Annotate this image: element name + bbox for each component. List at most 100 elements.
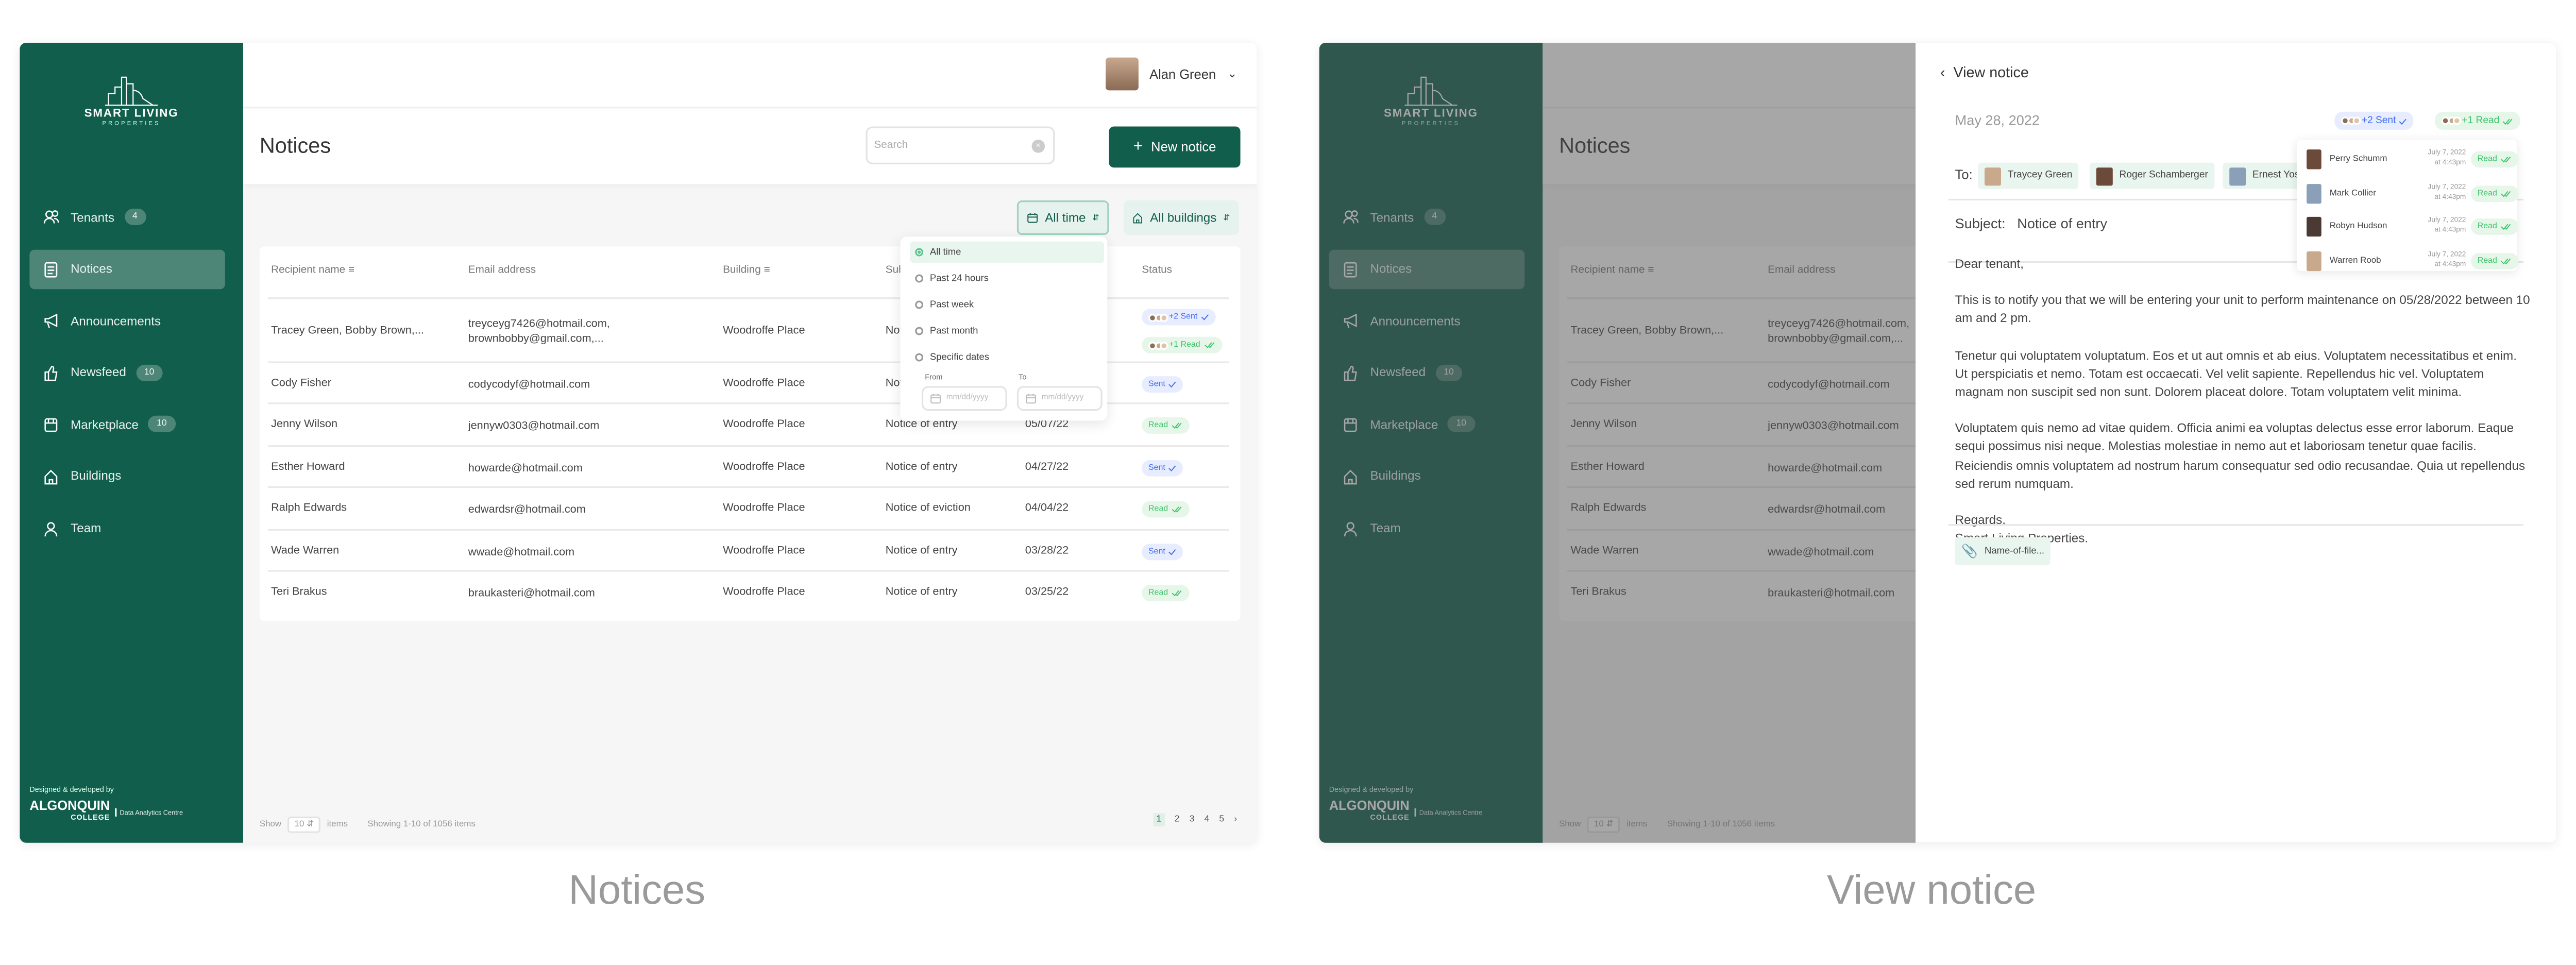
- sort-icon: ≡: [348, 264, 355, 276]
- avatar-stack: [1148, 313, 1168, 321]
- status-badge[interactable]: +1 Read: [1142, 336, 1222, 353]
- page-4[interactable]: 4: [1204, 815, 1209, 825]
- to-date-input[interactable]: mm/dd/yyyy: [1016, 386, 1103, 411]
- subject-value: Notice of entry: [2017, 215, 2108, 232]
- recipient-name: Roger Schamberger: [2119, 171, 2208, 181]
- time-option[interactable]: Past month: [910, 320, 1104, 342]
- sidebar-item-tenants[interactable]: Tenants 4: [29, 197, 225, 237]
- read-receipt-row: Mark Collier July 7, 2022 at 4:43pm Read: [2305, 180, 2519, 206]
- sidebar-item-buildings[interactable]: Buildings: [29, 456, 225, 496]
- user-menu[interactable]: Alan Green ⌄: [1105, 57, 1238, 91]
- sent-badge[interactable]: +2 Sent: [2334, 111, 2414, 130]
- email-address: treyceyg7426@hotmail.com,brownbobby@gmai…: [468, 318, 610, 345]
- status-text: +2 Sent: [2361, 115, 2396, 126]
- chevron-down-icon: ⌄: [1227, 69, 1238, 81]
- table-row[interactable]: Ralph Edwards edwardsr@hotmail.com Woodr…: [267, 486, 1229, 529]
- recipient-name: Cody Fisher: [271, 377, 331, 389]
- back-button[interactable]: ‹ View notice: [1940, 64, 2029, 80]
- sidebar-item-newsfeed[interactable]: Newsfeed 10: [29, 353, 225, 393]
- avatar: [2307, 149, 2321, 170]
- status-text: Read: [1148, 588, 1168, 598]
- radio-button[interactable]: [915, 274, 924, 283]
- radio-button[interactable]: [915, 327, 924, 335]
- option-label: Past 24 hours: [929, 273, 989, 284]
- from-date-input[interactable]: mm/dd/yyyy: [921, 386, 1007, 411]
- radio-button[interactable]: [915, 300, 924, 309]
- recipient-name: Tracey Green, Bobby Brown,...: [271, 324, 424, 336]
- status-badge[interactable]: Read: [1142, 417, 1190, 434]
- status-badge[interactable]: Read: [1142, 501, 1190, 518]
- read-badge[interactable]: +1 Read: [2434, 111, 2521, 130]
- new-notice-button[interactable]: + New notice: [1109, 126, 1241, 168]
- sidebar-item-team[interactable]: Team: [29, 509, 225, 548]
- avatar-stack: [1148, 341, 1168, 349]
- sidebar-item-label: Notices: [71, 261, 112, 277]
- double-check-icon: [2501, 258, 2511, 264]
- sidebar-item-announcements[interactable]: Announcements: [29, 301, 225, 341]
- body-paragraph: Voluptatem quis nemo ad vitae quidem. Of…: [1955, 421, 2526, 491]
- time-option[interactable]: Specific dates: [910, 347, 1104, 368]
- recipient-chip[interactable]: Ernest Yost: [2223, 162, 2309, 189]
- home-icon: [1133, 213, 1142, 224]
- radio-button[interactable]: [915, 353, 924, 362]
- status-badge[interactable]: +2 Sent: [1142, 309, 1216, 326]
- date: 05/07/22: [1025, 419, 1069, 431]
- radio-button[interactable]: [915, 248, 924, 257]
- sidebar-item-label: Marketplace: [71, 417, 139, 432]
- sidebar: SMART LIVINGPROPERTIES Tenants 4 Notices An…: [20, 42, 243, 843]
- building-filter[interactable]: All buildings ⇵: [1124, 200, 1239, 235]
- recipient-name: Jenny Wilson: [271, 419, 338, 431]
- email-address: codycodyf@hotmail.com: [468, 379, 590, 391]
- page-2[interactable]: 2: [1175, 815, 1180, 825]
- count-badge: 10: [135, 364, 163, 381]
- thumbs-up-icon: [44, 365, 58, 381]
- double-check-icon: [2501, 224, 2511, 230]
- status-badge: Read: [2470, 218, 2519, 235]
- search-placeholder: Search: [874, 140, 908, 151]
- page-size-select[interactable]: 10 ⇵: [287, 816, 321, 833]
- subject: Notice of entry: [885, 419, 958, 431]
- check-icon: [1201, 314, 1209, 320]
- page-5[interactable]: 5: [1219, 815, 1224, 825]
- column-header[interactable]: Status: [1142, 264, 1172, 276]
- column-header[interactable]: Building ≡: [723, 264, 770, 276]
- view-notice-screen: SMART LIVINGPROPERTIES Tenants4NoticesAn…: [1319, 42, 2556, 843]
- recipient-chip[interactable]: Roger Schamberger: [2090, 162, 2215, 189]
- next-page-icon[interactable]: ›: [1234, 815, 1237, 825]
- double-check-icon: [1172, 506, 1182, 513]
- status-text: Sent: [1148, 379, 1165, 389]
- building: Woodroffe Place: [723, 461, 805, 472]
- status-text: Read: [2477, 222, 2497, 232]
- page-3[interactable]: 3: [1190, 815, 1195, 825]
- clear-icon[interactable]: ×: [1031, 140, 1045, 153]
- table-row[interactable]: Wade Warren wwade@hotmail.com Woodroffe …: [267, 529, 1229, 570]
- time-option[interactable]: Past week: [910, 294, 1104, 315]
- search-input[interactable]: Search ×: [866, 126, 1055, 164]
- time-option[interactable]: All time: [910, 241, 1104, 263]
- table-row[interactable]: Teri Brakus braukasteri@hotmail.com Wood…: [267, 570, 1229, 613]
- sidebar-item-marketplace[interactable]: Marketplace 10: [29, 405, 225, 445]
- time-option[interactable]: Past 24 hours: [910, 268, 1104, 289]
- status-badge[interactable]: Sent: [1142, 375, 1183, 392]
- sidebar-item-notices[interactable]: Notices: [29, 249, 225, 289]
- check-icon: [2399, 117, 2407, 124]
- status-badge[interactable]: Sent: [1142, 459, 1183, 476]
- attachment-chip[interactable]: 📎 Name-of-file...: [1955, 537, 2051, 565]
- column-header[interactable]: Recipient name ≡: [271, 264, 354, 276]
- column-header[interactable]: Email address: [468, 264, 536, 276]
- recipient-chip[interactable]: Traycey Green: [1978, 162, 2079, 189]
- email-address: edwardsr@hotmail.com: [468, 504, 586, 516]
- to-label: To: [1019, 373, 1027, 381]
- status-badge[interactable]: Read: [1142, 585, 1190, 602]
- body-paragraph: This is to notify you that we will be en…: [1955, 293, 2530, 326]
- placeholder: mm/dd/yyyy: [1041, 394, 1084, 403]
- table-row[interactable]: Esther Howard howarde@hotmail.com Woodro…: [267, 445, 1229, 486]
- time-filter[interactable]: All time ⇵: [1016, 200, 1109, 235]
- page-1[interactable]: 1: [1153, 813, 1165, 826]
- divider: [1948, 524, 2523, 526]
- building: Woodroffe Place: [723, 419, 805, 431]
- status-badge: Read: [2470, 252, 2519, 269]
- date: 03/28/22: [1025, 545, 1069, 556]
- sort-icon: ≡: [764, 264, 770, 276]
- status-badge[interactable]: Sent: [1142, 543, 1183, 560]
